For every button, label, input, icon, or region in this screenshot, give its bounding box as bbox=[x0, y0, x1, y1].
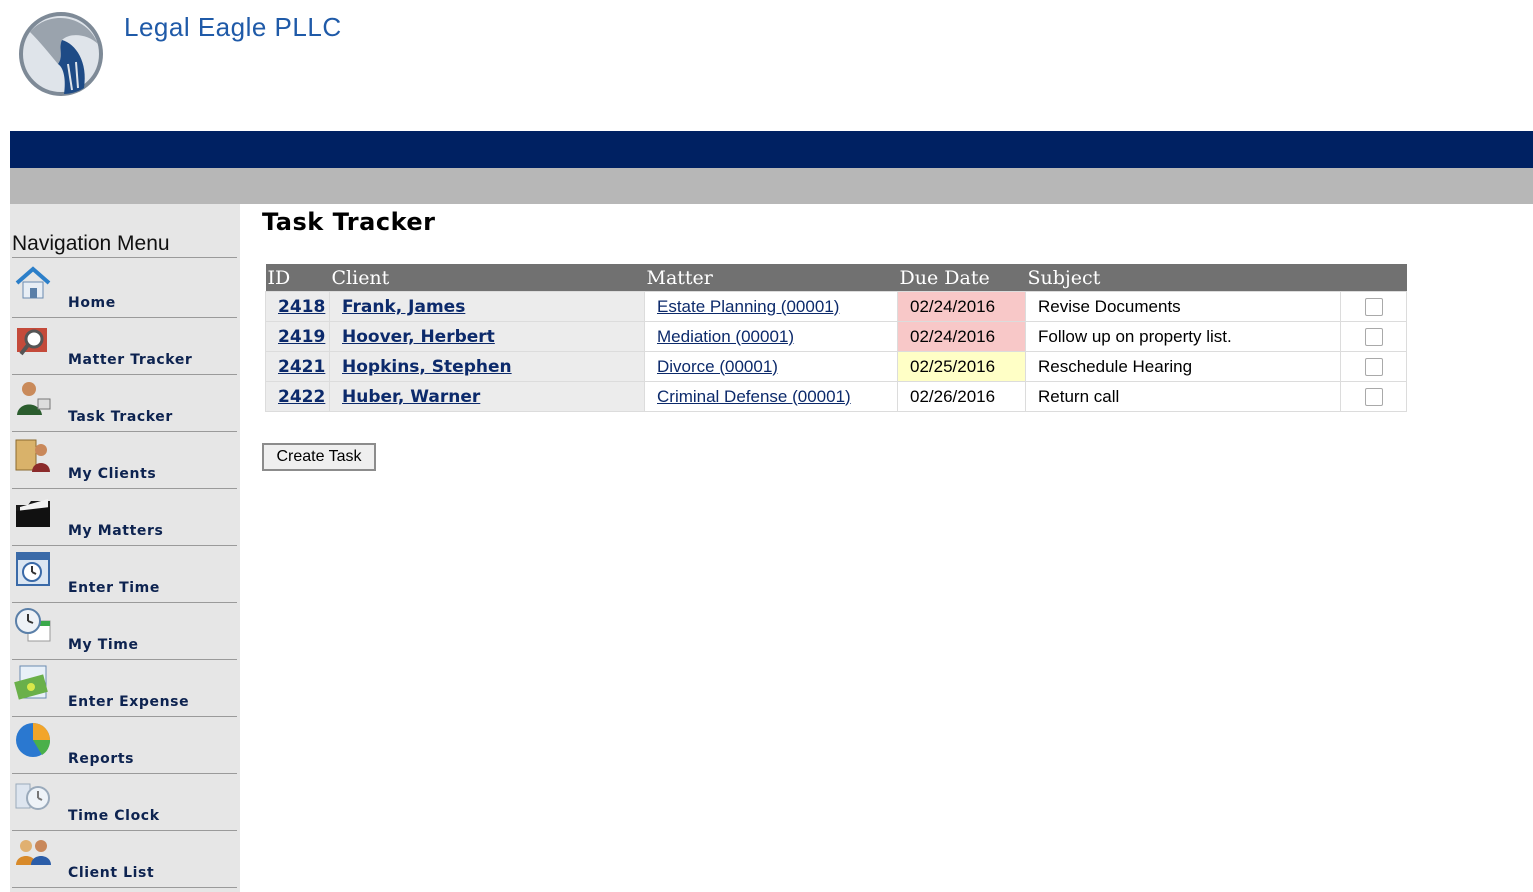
subject-cell: Revise Documents bbox=[1025, 291, 1341, 322]
sidebar-item-my-time[interactable]: My Time bbox=[12, 603, 237, 660]
client-link[interactable]: Huber, Warner bbox=[342, 387, 480, 407]
sidebar-item-label: Matter Tracker bbox=[68, 352, 193, 368]
matter-link[interactable]: Mediation (00001) bbox=[657, 327, 794, 346]
clock-calendar-icon bbox=[16, 552, 50, 586]
client-link[interactable]: Hopkins, Stephen bbox=[342, 357, 512, 377]
column-header-matter: Matter bbox=[644, 264, 898, 292]
sub-navigation-bar bbox=[10, 168, 1533, 204]
sidebar-item-task-tracker[interactable]: Task Tracker bbox=[12, 375, 237, 432]
due-date-cell: 02/26/2016 bbox=[897, 381, 1026, 412]
sidebar-item-my-clients[interactable]: My Clients bbox=[12, 432, 237, 489]
page-title: Task Tracker bbox=[262, 208, 436, 236]
table-row: 2418 Frank, James Estate Planning (00001… bbox=[265, 291, 1407, 322]
eagle-logo-icon bbox=[19, 12, 103, 96]
due-date-cell: 02/24/2016 bbox=[897, 291, 1026, 322]
table-row: 2421 Hopkins, Stephen Divorce (00001) 02… bbox=[265, 351, 1407, 382]
column-header-id: ID bbox=[265, 264, 330, 292]
sidebar: Navigation Menu Home Matter Tracker Task… bbox=[10, 204, 240, 892]
time-clock-icon bbox=[15, 783, 50, 810]
due-date-cell: 02/25/2016 bbox=[897, 351, 1026, 382]
task-id-link[interactable]: 2422 bbox=[278, 387, 325, 407]
client-link[interactable]: Frank, James bbox=[342, 297, 465, 317]
subject-cell: Follow up on property list. bbox=[1025, 321, 1341, 352]
sidebar-item-enter-expense[interactable]: Enter Expense bbox=[12, 660, 237, 717]
sidebar-item-label: Home bbox=[68, 295, 116, 311]
column-header-complete bbox=[1340, 264, 1407, 292]
matter-link[interactable]: Estate Planning (00001) bbox=[657, 297, 839, 316]
sidebar-item-label: Time Clock bbox=[68, 808, 160, 824]
sidebar-item-label: Enter Expense bbox=[68, 694, 190, 710]
sidebar-item-label: Enter Time bbox=[68, 580, 160, 596]
due-date-cell: 02/24/2016 bbox=[897, 321, 1026, 352]
subject-cell: Return call bbox=[1025, 381, 1341, 412]
sidebar-item-label: Task Tracker bbox=[68, 409, 173, 425]
magnifier-folder-icon bbox=[17, 328, 47, 356]
table-row: 2419 Hoover, Herbert Mediation (00001) 0… bbox=[265, 321, 1407, 352]
home-icon bbox=[15, 266, 51, 299]
sidebar-item-label: My Matters bbox=[68, 523, 164, 539]
column-header-subject: Subject bbox=[1025, 264, 1341, 292]
complete-checkbox[interactable] bbox=[1364, 298, 1383, 317]
sidebar-item-matter-tracker[interactable]: Matter Tracker bbox=[12, 318, 237, 375]
complete-checkbox[interactable] bbox=[1364, 328, 1383, 347]
money-notepad-icon bbox=[14, 665, 48, 700]
matter-link[interactable]: Divorce (00001) bbox=[657, 357, 778, 376]
subject-cell: Reschedule Hearing bbox=[1025, 351, 1341, 382]
task-id-link[interactable]: 2419 bbox=[278, 327, 325, 347]
matter-link[interactable]: Criminal Defense (00001) bbox=[657, 387, 851, 406]
sidebar-item-enter-time[interactable]: Enter Time bbox=[12, 546, 237, 603]
table-header-row: ID Client Matter Due Date Subject bbox=[265, 264, 1407, 292]
task-id-link[interactable]: 2418 bbox=[278, 297, 325, 317]
sidebar-item-reports[interactable]: Reports bbox=[12, 717, 237, 774]
clock-calendar-green-icon bbox=[15, 608, 51, 642]
top-navigation-bar bbox=[10, 131, 1533, 168]
sidebar-item-label: Client List bbox=[68, 865, 155, 881]
column-header-client: Client bbox=[329, 264, 645, 292]
businessman-icon bbox=[17, 382, 51, 415]
complete-checkbox[interactable] bbox=[1364, 388, 1383, 407]
navigation-menu-title: Navigation Menu bbox=[12, 232, 237, 258]
complete-checkbox[interactable] bbox=[1364, 358, 1383, 377]
create-task-button[interactable]: Create Task bbox=[262, 443, 376, 471]
sidebar-item-label: My Clients bbox=[68, 466, 157, 482]
task-table: ID Client Matter Due Date Subject 2418 F… bbox=[265, 264, 1407, 412]
company-name: Legal Eagle PLLC bbox=[124, 12, 342, 42]
client-link[interactable]: Hoover, Herbert bbox=[342, 327, 495, 347]
task-id-link[interactable]: 2421 bbox=[278, 357, 325, 377]
open-folder-icon bbox=[16, 499, 50, 527]
sidebar-item-label: My Time bbox=[68, 637, 139, 653]
clients-folder-icon bbox=[15, 439, 50, 472]
sidebar-item-client-list[interactable]: Client List bbox=[12, 831, 237, 888]
sidebar-item-home[interactable]: Home bbox=[12, 261, 237, 318]
table-row: 2422 Huber, Warner Criminal Defense (000… bbox=[265, 381, 1407, 412]
pie-chart-icon bbox=[16, 723, 51, 757]
people-icon bbox=[16, 840, 51, 865]
sidebar-item-label: Reports bbox=[68, 751, 135, 767]
header: Legal Eagle PLLC bbox=[0, 0, 1533, 131]
column-header-due-date: Due Date bbox=[897, 264, 1026, 292]
sidebar-item-my-matters[interactable]: My Matters bbox=[12, 489, 237, 546]
sidebar-item-time-clock[interactable]: Time Clock bbox=[12, 774, 237, 831]
